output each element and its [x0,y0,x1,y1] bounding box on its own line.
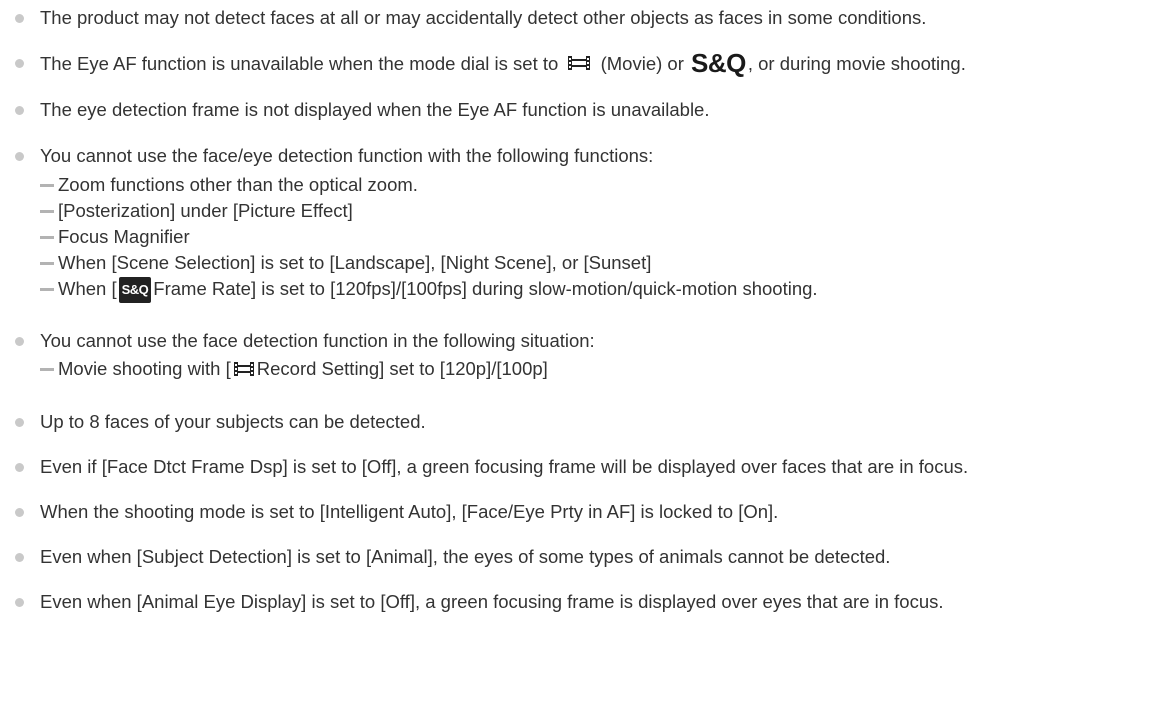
note-7: Even if [Face Dtct Frame Dsp] is set to … [40,456,969,477]
bullet-icon [15,598,24,607]
note-4-sub-2: [Posterization] under [Picture Effect] [40,199,353,223]
bullet-icon [15,152,24,161]
note-2: The Eye AF function is unavailable when … [40,48,966,78]
note-1: The product may not detect faces at all … [40,7,927,28]
note-3: The eye detection frame is not displayed… [40,99,710,120]
sub-text: Zoom functions other than the optical zo… [58,174,418,195]
note-6: Up to 8 faces of your subjects can be de… [40,411,426,432]
dash-icon [40,287,54,291]
note-5-sub-1: Movie shooting with [ Record Setting] se… [40,357,548,381]
bullet-icon [15,463,24,472]
note-4-sub-4: When [Scene Selection] is set to [Landsc… [40,251,651,275]
bullet-icon [15,418,24,427]
sub-text: When [Scene Selection] is set to [Landsc… [58,252,652,273]
sub-text: [Posterization] under [Picture Effect] [58,200,353,221]
movie-film-icon [233,362,254,376]
sub-text: Movie shooting with [ [58,358,231,379]
dash-icon [40,367,54,371]
note-4-sub-5: When [S&Q Frame Rate] is set to [120fps]/… [40,277,818,303]
dash-icon [40,183,54,187]
dash-icon [40,209,54,213]
note-4-intro: You cannot use the face/eye detection fu… [40,145,654,166]
sub-text: Focus Magnifier [58,226,190,247]
bullet-icon [15,337,24,346]
bullet-icon [15,59,24,68]
note-5-intro: You cannot use the face detection functi… [40,330,595,351]
bullet-icon [15,553,24,562]
sq-mode-label: S&Q [691,48,746,78]
note-9: Even when [Subject Detection] is set to … [40,546,891,567]
dash-icon [40,235,54,239]
dash-icon [40,261,54,265]
sub-text: Record Setting] set to [120p]/[100p] [256,358,548,379]
note-4-sub-1: Zoom functions other than the optical zo… [40,173,418,197]
note-4-sub-3: Focus Magnifier [40,225,190,249]
bullet-icon [15,14,24,23]
bullet-icon [15,106,24,115]
note-2-text-before: The Eye AF function is unavailable when … [40,53,559,74]
note-2-text-after: , or during movie shooting. [747,53,966,74]
note-2-movie-label: (Movie) or [600,53,684,74]
note-8: When the shooting mode is set to [Intell… [40,501,779,522]
movie-film-icon [568,56,591,70]
bullet-icon [15,508,24,517]
note-10: Even when [Animal Eye Display] is set to… [40,591,944,612]
sub-text: When [ [58,278,117,299]
sub-text: Frame Rate] is set to [120fps]/[100fps] … [153,278,818,299]
sq-badge-icon: S&Q [118,277,152,303]
